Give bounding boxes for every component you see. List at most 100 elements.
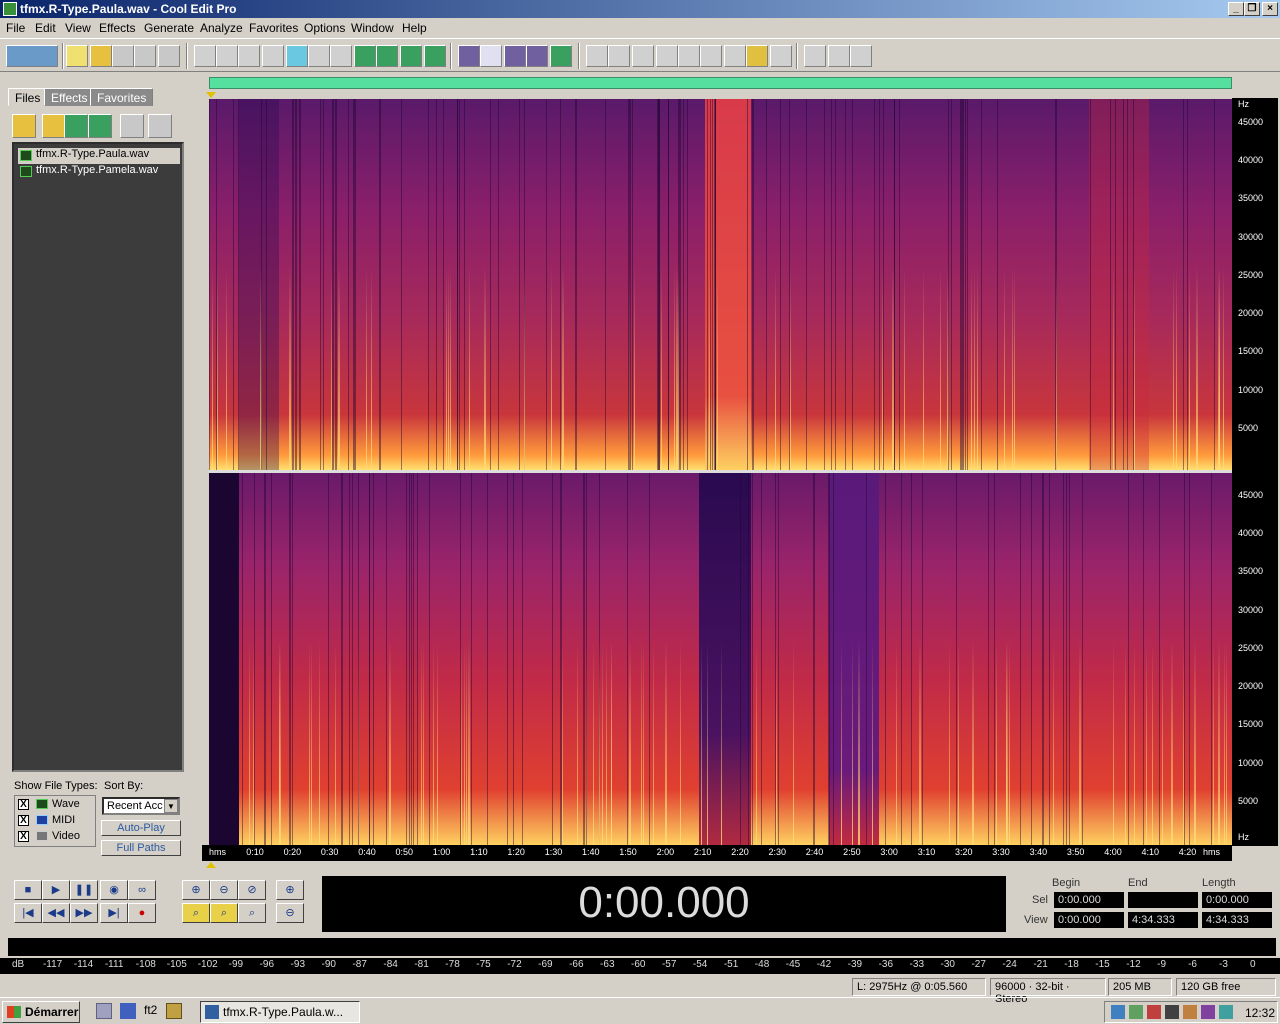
stereo-display-icon[interactable]	[550, 45, 572, 67]
help-icon[interactable]	[148, 114, 172, 138]
repeat-last-icon[interactable]	[238, 45, 260, 67]
spectral-phase-icon[interactable]	[526, 45, 548, 67]
spectral-pan-icon[interactable]	[504, 45, 526, 67]
tray-icon[interactable]	[1165, 1005, 1179, 1019]
restore-button[interactable]: ❐	[1244, 2, 1260, 16]
zoom-to-selection-icon[interactable]: ⌕	[238, 903, 266, 923]
show-transport-icon[interactable]	[656, 45, 678, 67]
tray-icon[interactable]	[1219, 1005, 1233, 1019]
quick-launch-icon[interactable]	[120, 1003, 136, 1019]
copy-icon[interactable]	[286, 45, 308, 67]
menu-window[interactable]: Window	[351, 21, 394, 35]
auto-play-button[interactable]: Auto-Play	[101, 820, 181, 836]
loop-button[interactable]: ∞	[128, 880, 156, 900]
menu-file[interactable]: File	[6, 21, 25, 35]
show-selection-icon[interactable]	[724, 45, 746, 67]
quick-launch-ft2[interactable]: ft2	[144, 1003, 157, 1017]
show-zoom-icon[interactable]	[678, 45, 700, 67]
zoom-in-vertical-icon[interactable]: ⊕	[276, 880, 304, 900]
tray-icon[interactable]	[1111, 1005, 1125, 1019]
trim-icon[interactable]	[376, 45, 398, 67]
zoom-to-right-icon[interactable]: ⌕	[210, 903, 238, 923]
tab-effects[interactable]: Effects	[44, 88, 95, 106]
task-cool-edit[interactable]: tfmx.R-Type.Paula.w...	[200, 1001, 360, 1023]
tab-favorites[interactable]: Favorites	[90, 88, 154, 106]
insert-multitrack-icon[interactable]	[88, 114, 112, 138]
list-item-paula[interactable]: tfmx.R-Type.Paula.wav	[18, 148, 180, 164]
copy-to-new-icon[interactable]	[262, 45, 284, 67]
menu-view[interactable]: View	[65, 21, 91, 35]
show-cue-list-icon[interactable]	[608, 45, 630, 67]
wave-display-icon[interactable]	[458, 45, 480, 67]
new-file-icon[interactable]	[66, 45, 88, 67]
menu-analyze[interactable]: Analyze	[200, 21, 243, 35]
undo-icon[interactable]	[194, 45, 216, 67]
midi-type-checkbox[interactable]: X	[18, 815, 29, 826]
tray-icon[interactable]	[1147, 1005, 1161, 1019]
redo-icon[interactable]	[216, 45, 238, 67]
save-icon[interactable]	[112, 45, 134, 67]
close-file-icon[interactable]	[158, 45, 180, 67]
help-icon[interactable]	[850, 45, 872, 67]
full-paths-button[interactable]: Full Paths	[101, 840, 181, 856]
show-status-icon[interactable]	[770, 45, 792, 67]
video-type-checkbox[interactable]: X	[18, 831, 29, 842]
menu-help[interactable]: Help	[402, 21, 427, 35]
sel-begin-field[interactable]: 0:00.000	[1054, 892, 1124, 908]
chevron-down-icon[interactable]: ▼	[164, 799, 178, 813]
menu-effects[interactable]: Effects	[99, 21, 135, 35]
tray-icon[interactable]	[1129, 1005, 1143, 1019]
settings-gear-icon[interactable]	[804, 45, 826, 67]
sort-by-select[interactable]: Recent Acc ▼	[102, 797, 180, 815]
sel-end-field[interactable]	[1128, 892, 1198, 908]
go-to-end-button[interactable]: ▶|	[100, 903, 128, 923]
spectral-display-icon[interactable]	[480, 45, 502, 67]
left-channel-spectrogram[interactable]	[209, 99, 1232, 470]
tray-icon[interactable]	[1201, 1005, 1215, 1019]
cut-icon[interactable]	[308, 45, 330, 67]
quick-launch-icon[interactable]	[96, 1003, 112, 1019]
zoom-in-horizontal-icon[interactable]: ⊕	[182, 880, 210, 900]
show-playlist-icon[interactable]	[632, 45, 654, 67]
show-time-icon[interactable]	[700, 45, 722, 67]
zoom-out-full-icon[interactable]: ⊘	[238, 880, 266, 900]
open-file-icon[interactable]	[12, 114, 36, 138]
quick-launch-icon[interactable]	[166, 1003, 182, 1019]
list-item-pamela[interactable]: tfmx.R-Type.Pamela.wav	[18, 164, 158, 180]
zoom-to-left-icon[interactable]: ⌕	[182, 903, 210, 923]
open-file-icon[interactable]	[90, 45, 112, 67]
view-end-field[interactable]: 4:34.333	[1128, 912, 1198, 928]
view-length-field[interactable]: 4:34.333	[1202, 912, 1272, 928]
wave-type-checkbox[interactable]: X	[18, 799, 29, 810]
go-to-start-button[interactable]: |◀	[14, 903, 42, 923]
start-button[interactable]: Démarrer	[2, 1001, 80, 1023]
zoom-out-vertical-icon[interactable]: ⊖	[276, 903, 304, 923]
sel-length-field[interactable]: 0:00.000	[1202, 892, 1272, 908]
show-organizer-icon[interactable]	[586, 45, 608, 67]
rewind-button[interactable]: ◀◀	[42, 903, 70, 923]
script-icon[interactable]	[828, 45, 850, 67]
pause-button[interactable]: ❚❚	[70, 880, 98, 900]
play-button[interactable]: ▶	[42, 880, 70, 900]
record-button[interactable]: ●	[128, 903, 156, 923]
edit-file-icon[interactable]	[120, 114, 144, 138]
menu-edit[interactable]: Edit	[35, 21, 56, 35]
find-icon[interactable]	[424, 45, 446, 67]
paste-icon[interactable]	[330, 45, 352, 67]
menu-generate[interactable]: Generate	[144, 21, 194, 35]
show-levels-icon[interactable]	[746, 45, 768, 67]
fast-forward-button[interactable]: ▶▶	[70, 903, 98, 923]
start-marker-icon[interactable]	[206, 92, 216, 98]
tab-files[interactable]: Files	[8, 88, 48, 106]
zoom-out-horizontal-icon[interactable]: ⊖	[210, 880, 238, 900]
mix-paste-icon[interactable]	[354, 45, 376, 67]
right-channel-spectrogram[interactable]	[209, 473, 1232, 845]
multitrack-toggle-icon[interactable]	[6, 45, 58, 67]
stop-button[interactable]: ■	[14, 880, 42, 900]
minimize-button[interactable]: _	[1228, 2, 1244, 16]
menu-favorites[interactable]: Favorites	[249, 21, 298, 35]
import-icon[interactable]	[42, 114, 66, 138]
tray-icon[interactable]	[1183, 1005, 1197, 1019]
menu-options[interactable]: Options	[304, 21, 345, 35]
play-to-end-button[interactable]: ◉	[100, 880, 128, 900]
